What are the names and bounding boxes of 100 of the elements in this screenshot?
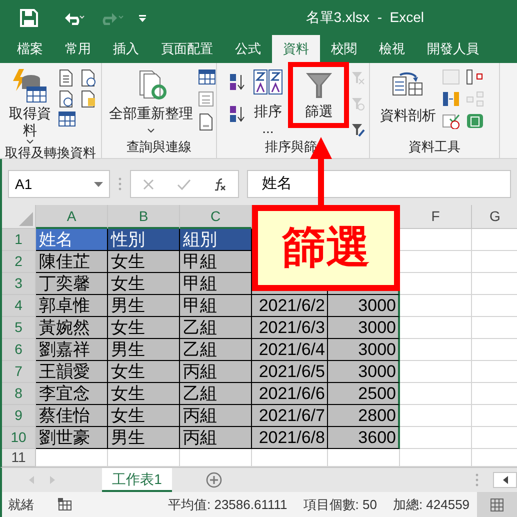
row-header[interactable]: 6: [2, 339, 36, 361]
ribbon-tab[interactable]: 插入: [102, 35, 150, 63]
formula-field[interactable]: 姓名: [247, 170, 511, 198]
select-all-corner[interactable]: [2, 205, 36, 229]
table-cell[interactable]: 男生: [108, 339, 180, 361]
column-header[interactable]: C: [180, 205, 252, 229]
cancel-icon[interactable]: [142, 178, 155, 190]
customize-icon[interactable]: [138, 14, 147, 22]
enter-icon[interactable]: [177, 178, 191, 190]
table-cell[interactable]: 劉嘉祥: [36, 339, 108, 361]
ribbon-tab[interactable]: 開發人員: [416, 35, 490, 63]
row-header[interactable]: 5: [2, 317, 36, 339]
table-cell[interactable]: 男生: [108, 295, 180, 317]
table-cell[interactable]: 2021/6/6: [252, 383, 328, 405]
save-icon[interactable]: [20, 8, 38, 26]
ribbon-tab[interactable]: 頁面配置: [150, 35, 224, 63]
table-icon[interactable]: [58, 111, 76, 127]
row-header[interactable]: 11: [2, 449, 36, 467]
table-cell[interactable]: 3000: [328, 295, 400, 317]
text-to-columns-button[interactable]: 資料剖析: [380, 69, 436, 138]
column-header[interactable]: A: [36, 205, 108, 229]
table-cell[interactable]: 2021/6/8: [252, 427, 328, 449]
column-header[interactable]: F: [400, 205, 472, 229]
column-header[interactable]: B: [108, 205, 180, 229]
add-sheet-icon[interactable]: [206, 472, 222, 488]
sort-descending-icon[interactable]: [229, 105, 245, 123]
row-header[interactable]: 7: [2, 361, 36, 383]
function-icon[interactable]: [213, 178, 227, 190]
table-cell[interactable]: 乙組: [180, 339, 252, 361]
table-cell[interactable]: 乙組: [180, 383, 252, 405]
row-header[interactable]: 3: [2, 273, 36, 295]
advanced-filter-icon[interactable]: [351, 123, 365, 137]
table-cell[interactable]: 丙組: [180, 405, 252, 427]
table-cell[interactable]: 女生: [108, 251, 180, 273]
normal-view-button[interactable]: [477, 492, 517, 517]
row-header[interactable]: 1: [2, 229, 36, 251]
ribbon-tab[interactable]: 檢視: [368, 35, 416, 63]
sheet-tab[interactable]: 工作表1: [102, 468, 172, 492]
table-cell[interactable]: 甲組: [180, 295, 252, 317]
table-cell[interactable]: 丁奕馨: [36, 273, 108, 295]
refresh-all-button[interactable]: 全部重新整理: [108, 69, 194, 138]
table-cell[interactable]: 女生: [108, 361, 180, 383]
table-cell[interactable]: 丙組: [180, 361, 252, 383]
table-cell[interactable]: 姓名: [36, 229, 108, 251]
get-data-button[interactable]: 取得資料: [8, 69, 52, 144]
sort-button[interactable]: 排序 ...: [253, 69, 283, 138]
sort-ascending-icon[interactable]: [229, 73, 245, 91]
column-header[interactable]: G: [472, 205, 517, 229]
table-cell[interactable]: 2500: [328, 383, 400, 405]
name-box[interactable]: A1: [8, 170, 110, 198]
table-cell[interactable]: 陳佳芷: [36, 251, 108, 273]
table-cell[interactable]: 女生: [108, 405, 180, 427]
table-cell[interactable]: 乙組: [180, 317, 252, 339]
table-icon[interactable]: [198, 69, 216, 85]
table-cell[interactable]: 2021/6/3: [252, 317, 328, 339]
row-header[interactable]: 10: [2, 427, 36, 449]
table-cell[interactable]: 2021/6/5: [252, 361, 328, 383]
row-header[interactable]: 8: [2, 383, 36, 405]
next-sheet-icon[interactable]: [49, 475, 56, 485]
table-cell[interactable]: 劉世豪: [36, 427, 108, 449]
table-cell[interactable]: 3000: [328, 361, 400, 383]
ribbon-tab[interactable]: 常用: [54, 35, 102, 63]
table-cell[interactable]: 女生: [108, 317, 180, 339]
table-cell[interactable]: 2021/6/2: [252, 295, 328, 317]
table-cell[interactable]: 組別: [180, 229, 252, 251]
table-cell[interactable]: 3000: [328, 317, 400, 339]
table-cell[interactable]: 男生: [108, 427, 180, 449]
table-cell[interactable]: 丙組: [180, 427, 252, 449]
table-cell[interactable]: 蔡佳怡: [36, 405, 108, 427]
ribbon-tab[interactable]: 公式: [224, 35, 272, 63]
table-cell[interactable]: 性別: [108, 229, 180, 251]
previous-sheet-icon[interactable]: [28, 475, 35, 485]
table-cell[interactable]: 3000: [328, 339, 400, 361]
table-cell[interactable]: 甲組: [180, 251, 252, 273]
table-cell[interactable]: 甲組: [180, 273, 252, 295]
dropdown-icon[interactable]: [94, 182, 103, 186]
row-header[interactable]: 2: [2, 251, 36, 273]
table-cell[interactable]: 2021/6/7: [252, 405, 328, 427]
table-cell[interactable]: 3600: [328, 427, 400, 449]
table-cell[interactable]: 女生: [108, 383, 180, 405]
table-cell[interactable]: 2021/6/4: [252, 339, 328, 361]
list-icon[interactable]: [198, 91, 214, 107]
table-cell[interactable]: 郭卓惟: [36, 295, 108, 317]
table-cell[interactable]: 2800: [328, 405, 400, 427]
undo-icon[interactable]: [64, 10, 86, 24]
row-header[interactable]: 4: [2, 295, 36, 317]
row-header[interactable]: 9: [2, 405, 36, 427]
table-cell[interactable]: 王韻愛: [36, 361, 108, 383]
ribbon-tab[interactable]: 校閱: [320, 35, 368, 63]
redo-icon[interactable]: [100, 10, 124, 24]
table-cell[interactable]: 女生: [108, 273, 180, 295]
document-icon[interactable]: [58, 69, 74, 87]
ribbon-tab[interactable]: 檔案: [6, 35, 54, 63]
clear-icon[interactable]: [351, 71, 365, 85]
reapply-icon[interactable]: [351, 97, 365, 111]
ribbon-tab[interactable]: 資料: [272, 35, 320, 63]
table-cell[interactable]: 黃婉然: [36, 317, 108, 339]
filter-button[interactable]: 篩選: [297, 69, 341, 138]
table-cell[interactable]: 李宜念: [36, 383, 108, 405]
scroll-left-button[interactable]: [493, 472, 517, 488]
